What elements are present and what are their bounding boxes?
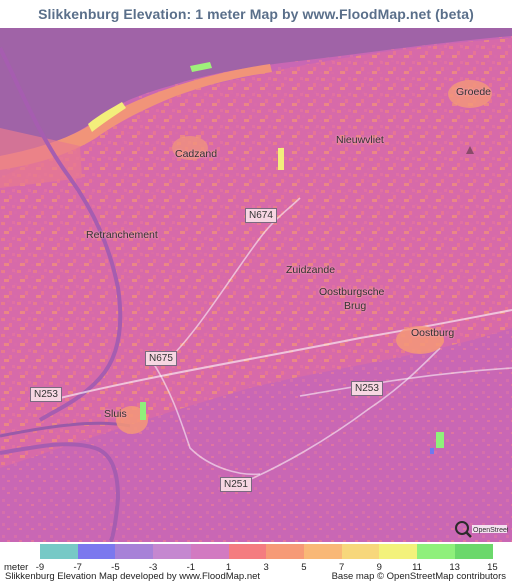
green-patch-southeast [436, 432, 444, 448]
legend-swatch [303, 544, 343, 559]
place-oostburg: Oostburg [411, 327, 455, 339]
legend-swatch [379, 544, 418, 559]
legend-tick: 3 [263, 562, 269, 573]
svg-text:OpenStreetMap: OpenStreetMap [473, 527, 508, 534]
title-bar: Slikkenburg Elevation: 1 meter Map by ww… [0, 0, 512, 28]
elevation-legend: meter -9 -7 -5 -3 -1 1 3 5 7 9 11 13 15 Slikkenburg … [0, 542, 512, 582]
legend-swatch [266, 544, 305, 559]
legend-swatch [77, 544, 116, 559]
high-patch [278, 148, 284, 170]
place-retranchement: Retranchement [86, 229, 158, 241]
elevation-map[interactable]: Groede Cadzand Nieuwvliet Retranchement … [0, 28, 512, 542]
road-label-n251: N251 [220, 477, 252, 492]
place-sluis: Sluis [104, 408, 127, 420]
legend-swatch [454, 544, 493, 559]
page-title: Slikkenburg Elevation: 1 meter Map by ww… [38, 6, 474, 22]
legend-swatch [190, 544, 229, 559]
legend-swatch [115, 544, 154, 559]
place-zuidzande: Zuidzande [286, 264, 336, 276]
legend-tick: 5 [301, 562, 307, 573]
place-groede: Groede [456, 86, 492, 98]
road-label-n253-east: N253 [351, 381, 383, 396]
road-label-n675: N675 [145, 351, 177, 366]
blue-patch-southeast [430, 448, 434, 454]
road-label-n253-west: N253 [30, 387, 62, 402]
openstreetmap-logo: OpenStreetMap [455, 521, 508, 538]
place-oostburgsche: Oostburgsche [319, 286, 385, 298]
road-label-n674: N674 [245, 208, 277, 223]
place-cadzand: Cadzand [175, 148, 218, 160]
map-canvas [0, 28, 512, 542]
legend-swatch [417, 544, 456, 559]
place-brug: Brug [344, 300, 367, 312]
credit-text: Slikkenburg Elevation Map developed by w… [5, 571, 261, 582]
legend-swatch [341, 544, 380, 559]
place-nieuwvliet: Nieuwvliet [336, 134, 384, 146]
legend-swatch [153, 544, 192, 559]
basemap-attribution: Base map © OpenStreetMap contributors [331, 571, 506, 582]
legend-swatch [228, 544, 267, 559]
legend-swatch [40, 544, 79, 559]
green-patch-sluis [140, 402, 146, 420]
